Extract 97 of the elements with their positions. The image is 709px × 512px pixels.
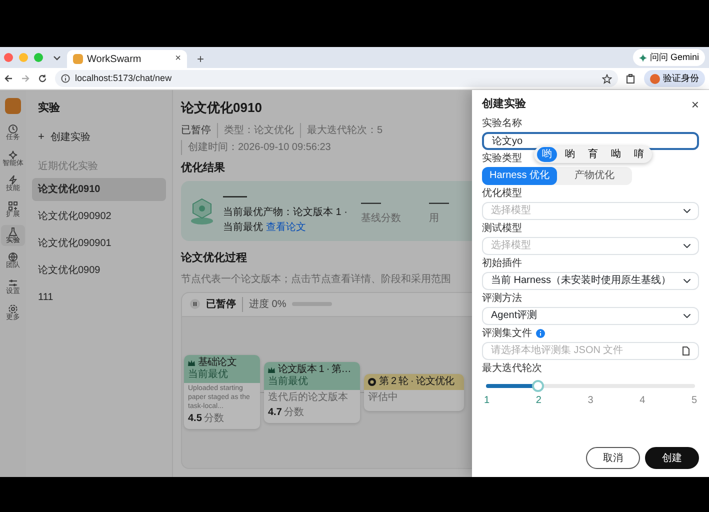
reload-icon[interactable] bbox=[38, 74, 47, 83]
avatar-icon bbox=[650, 74, 660, 84]
tick-label: 1 bbox=[484, 394, 490, 408]
crown-icon bbox=[188, 360, 195, 366]
sparkle-icon bbox=[638, 54, 647, 62]
candidate-option[interactable]: 哟 bbox=[537, 147, 557, 162]
stat-value: —— bbox=[361, 197, 382, 211]
new-tab-button[interactable]: + bbox=[197, 53, 204, 65]
sliders-icon bbox=[8, 278, 18, 288]
grid-icon bbox=[8, 201, 18, 212]
gemini-button[interactable]: 问问 Gemini bbox=[632, 49, 705, 66]
close-button[interactable]: × bbox=[691, 98, 699, 111]
meta-text: 最大迭代轮次：5 bbox=[300, 122, 383, 138]
app-logo-icon bbox=[5, 98, 21, 114]
stat-label: 用 bbox=[429, 212, 440, 226]
section-title: 论文优化过程 bbox=[181, 250, 248, 266]
candidate-option[interactable]: 育 bbox=[583, 147, 603, 162]
lightning-icon bbox=[8, 175, 18, 186]
stat-label: 基线分数 bbox=[361, 212, 402, 226]
medal-icon bbox=[189, 197, 215, 225]
node-tag: 当前最优 bbox=[268, 376, 308, 388]
input-field[interactable]: 论文yo bbox=[482, 132, 699, 150]
field-label: 初始插件 bbox=[482, 258, 522, 270]
sidebar-title: 实验 bbox=[37, 100, 61, 116]
stat-value: —— bbox=[429, 197, 450, 211]
field-label: 评测方法 bbox=[482, 292, 522, 304]
candidate-option[interactable]: 喲 bbox=[560, 147, 580, 162]
tick-label: 5 bbox=[691, 394, 697, 408]
candidate-option[interactable]: 唷 bbox=[629, 147, 649, 162]
field-label: 最大迭代轮次 bbox=[482, 362, 542, 374]
sparkle-icon bbox=[8, 150, 18, 160]
tick-label: 3 bbox=[588, 394, 594, 408]
node-score: 4.7 bbox=[268, 406, 282, 418]
node-title: 第 2 轮 · 论文优化 bbox=[379, 376, 454, 388]
node-title: 论文版本 1 · 第… bbox=[278, 364, 351, 376]
score-unit: 分数 bbox=[204, 413, 224, 424]
close-tab-button[interactable]: × bbox=[175, 54, 181, 64]
hint-text: 节点代表一个论文版本；点击节点查看详情、阶段和采用范围 bbox=[181, 272, 452, 286]
experiment-item[interactable]: 论文优化0909 bbox=[32, 259, 166, 282]
pause-icon bbox=[190, 299, 200, 309]
section-title: 优化结果 bbox=[181, 160, 226, 176]
globe-icon bbox=[8, 252, 18, 262]
clock-icon bbox=[8, 124, 18, 134]
create-button[interactable]: 创建 bbox=[645, 447, 699, 469]
score-unit: 分数 bbox=[284, 406, 304, 418]
node-description: 迭代后的论文版本 bbox=[267, 390, 349, 404]
url-text: localhost:5173/chat/new bbox=[75, 72, 172, 85]
chevron-down-icon[interactable] bbox=[53, 54, 61, 62]
progress-text: 进度 0% bbox=[242, 296, 286, 312]
best-result-text: 当前最优产物：论文版本 1 · 当前最优 查看论文 bbox=[223, 206, 348, 235]
node-tag: 当前最优 bbox=[188, 369, 228, 382]
tick-label: 4 bbox=[640, 394, 646, 408]
tab-title: WorkSwarm bbox=[87, 52, 142, 66]
run-status: 已暂停 bbox=[206, 298, 236, 312]
field-label: 实验类型 bbox=[482, 152, 522, 164]
favicon-icon bbox=[73, 54, 83, 64]
gear-icon bbox=[8, 304, 18, 314]
field-label: 优化模型 bbox=[482, 188, 522, 200]
address-bar[interactable]: localhost:5173/chat/new bbox=[55, 70, 618, 87]
select-field[interactable]: Agent评测 bbox=[482, 306, 699, 324]
node-title: 基础论文 bbox=[198, 357, 236, 368]
segment-option[interactable]: Harness 优化 bbox=[482, 166, 557, 184]
browser-tab[interactable]: WorkSwarm × bbox=[67, 50, 187, 68]
file-icon bbox=[682, 346, 690, 356]
select-field[interactable]: 当前 Harness（未安装时使用原生基线） bbox=[482, 272, 699, 290]
section-label: 近期优化实验 bbox=[37, 160, 99, 174]
info-icon bbox=[61, 74, 70, 83]
crown-icon bbox=[268, 367, 275, 373]
experiment-item[interactable]: 论文优化090901 bbox=[32, 232, 166, 255]
cancel-button[interactable]: 取消 bbox=[586, 447, 640, 469]
experiment-item[interactable]: 论文优化090902 bbox=[32, 205, 166, 228]
field-label: 实验名称 bbox=[482, 118, 522, 130]
verify-button[interactable]: 验证身份 bbox=[644, 70, 705, 87]
node-card[interactable]: 第 2 轮 · 论文优化 评估中 bbox=[364, 374, 464, 410]
flask-icon bbox=[8, 226, 18, 237]
tick-label: 2 bbox=[536, 394, 542, 408]
score-value: —— bbox=[223, 188, 248, 205]
page-title: 论文优化0910 bbox=[181, 99, 263, 117]
placeholder-text: 请选择本地评测集 JSON 文件 bbox=[491, 344, 624, 358]
slider-thumb[interactable] bbox=[532, 380, 544, 392]
experiment-item[interactable]: 111 bbox=[32, 286, 166, 309]
node-score: 4.5 bbox=[188, 413, 202, 424]
node-card[interactable]: 论文版本 1 · 第… 当前最优 迭代后的论文版本 4.7 分数 bbox=[264, 362, 360, 422]
drawer-title: 创建实验 bbox=[482, 96, 526, 112]
node-description: 评估中 bbox=[367, 390, 399, 405]
back-icon[interactable] bbox=[4, 74, 13, 83]
field-label: 测试模型 bbox=[482, 222, 522, 234]
field-label: 评测集文件 bbox=[482, 328, 532, 340]
experiment-item[interactable]: 论文优化0910 bbox=[32, 178, 166, 201]
star-icon[interactable] bbox=[602, 74, 612, 84]
segment-option[interactable]: 产物优化 bbox=[557, 166, 632, 184]
status-text: 已暂停 bbox=[181, 124, 211, 138]
meta-text: 创建时间：2026-09-10 09:56:23 bbox=[181, 140, 331, 154]
meta-text: 类型：论文优化 bbox=[217, 122, 294, 138]
spinner-icon bbox=[368, 378, 376, 386]
create-experiment-button[interactable]: + 创建实验 bbox=[32, 124, 166, 149]
candidate-option[interactable]: 呦 bbox=[606, 147, 626, 162]
